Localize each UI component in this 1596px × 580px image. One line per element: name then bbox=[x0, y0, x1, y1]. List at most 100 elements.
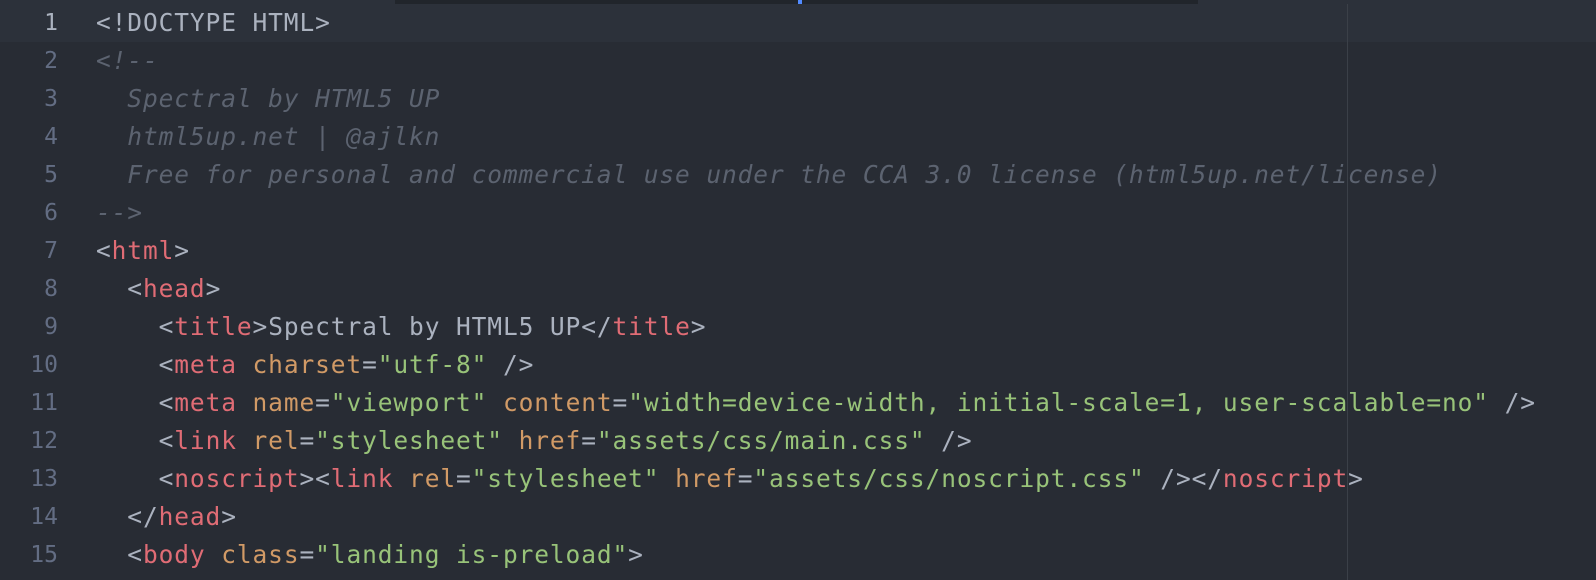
token-str: "width=device-width, initial-scale=1, us… bbox=[628, 388, 1489, 417]
token-attr: href bbox=[675, 464, 738, 493]
line-code: <link rel="stylesheet" href="assets/css/… bbox=[96, 422, 972, 460]
line-number: 5 bbox=[44, 162, 58, 188]
token-punct: < bbox=[96, 350, 175, 379]
line-number: 15 bbox=[30, 542, 58, 568]
token-punct: < bbox=[96, 312, 175, 341]
token-tag: noscript bbox=[1222, 464, 1349, 493]
line-code: <meta name="viewport" content="width=dev… bbox=[96, 384, 1536, 422]
token-punct: > bbox=[628, 540, 644, 569]
token-punct: = bbox=[299, 426, 316, 455]
token-plain: Spectral by HTML5 UP bbox=[268, 312, 582, 341]
code-line[interactable]: 4 html5up.net | @ajlkn bbox=[0, 118, 1596, 156]
token-attr: content bbox=[502, 388, 613, 417]
token-punct: > bbox=[252, 312, 269, 341]
line-number: 10 bbox=[30, 352, 58, 378]
token-punct: = bbox=[581, 426, 597, 455]
token-punct: > bbox=[1348, 464, 1364, 493]
line-code: Free for personal and commercial use und… bbox=[96, 156, 1442, 194]
line-number: 14 bbox=[30, 504, 58, 530]
line-number: 1 bbox=[44, 10, 58, 36]
token-tag: title bbox=[174, 312, 253, 341]
token-punct: = bbox=[612, 388, 629, 417]
line-code: <body class="landing is-preload"> bbox=[96, 536, 644, 574]
line-number: 4 bbox=[44, 124, 58, 150]
code-line[interactable]: 10 <meta charset="utf-8" /> bbox=[0, 346, 1596, 384]
token-str: "stylesheet" bbox=[315, 426, 503, 455]
token-comment: Free for personal and commercial use und… bbox=[96, 160, 1442, 189]
token-attr: charset bbox=[252, 350, 363, 379]
token-str: "utf-8" bbox=[377, 350, 488, 379]
token-tag: meta bbox=[174, 388, 237, 417]
code-line[interactable]: 9 <title>Spectral by HTML5 UP</title> bbox=[0, 308, 1596, 346]
token-attr: href bbox=[518, 426, 582, 455]
token-punct: < bbox=[96, 274, 143, 303]
code-line[interactable]: 11 <meta name="viewport" content="width=… bbox=[0, 384, 1596, 422]
token-str: "assets/css/noscript.css" bbox=[753, 464, 1145, 493]
token-tag: link bbox=[174, 426, 237, 455]
line-number: 8 bbox=[44, 276, 58, 302]
token-tag: noscript bbox=[174, 464, 300, 493]
line-number: 11 bbox=[30, 390, 58, 416]
code-line[interactable]: 13 <noscript><link rel="stylesheet" href… bbox=[0, 460, 1596, 498]
line-code: <meta charset="utf-8" /> bbox=[96, 346, 534, 384]
code-line[interactable]: 8 <head> bbox=[0, 270, 1596, 308]
code-line[interactable]: 14 </head> bbox=[0, 498, 1596, 536]
token-comment: html5up.net | @ajlkn bbox=[96, 122, 441, 151]
token-plain: <!DOCTYPE HTML> bbox=[96, 8, 331, 37]
token-str: "assets/css/main.css" bbox=[596, 426, 926, 455]
token-tag: html bbox=[111, 236, 175, 265]
token-comment: <!-- bbox=[96, 46, 159, 75]
token-str: "landing is-preload" bbox=[315, 540, 629, 569]
code-editor[interactable]: 1 <!DOCTYPE HTML> 2 <!-- 3 Spectral by HTML5… bbox=[0, 4, 1596, 580]
line-code: <head> bbox=[96, 270, 221, 308]
token-attr: rel bbox=[252, 426, 300, 455]
code-line[interactable]: 6 --> bbox=[0, 194, 1596, 232]
token-tag: link bbox=[330, 464, 394, 493]
token-punct: /> bbox=[925, 426, 973, 455]
code-line[interactable]: 12 <link rel="stylesheet" href="assets/c… bbox=[0, 422, 1596, 460]
line-code: <title>Spectral by HTML5 UP</title> bbox=[96, 308, 706, 346]
token-punct: /> bbox=[487, 350, 535, 379]
token-punct: = bbox=[299, 540, 316, 569]
token-punct: > bbox=[205, 274, 222, 303]
token-punct: </ bbox=[581, 312, 613, 341]
token-punct: < bbox=[96, 540, 143, 569]
token-tag: title bbox=[612, 312, 691, 341]
line-code: <noscript><link rel="stylesheet" href="a… bbox=[96, 460, 1364, 498]
code-line[interactable]: 5 Free for personal and commercial use u… bbox=[0, 156, 1596, 194]
token-punct: /></ bbox=[1144, 464, 1223, 493]
code-line[interactable]: 1 <!DOCTYPE HTML> bbox=[0, 4, 1596, 42]
token-tag: meta bbox=[174, 350, 237, 379]
token-punct: > bbox=[221, 502, 237, 531]
line-code: Spectral by HTML5 UP bbox=[96, 80, 440, 118]
token-punct: > bbox=[690, 312, 707, 341]
token-punct: > bbox=[174, 236, 190, 265]
line-code: <!DOCTYPE HTML> bbox=[96, 4, 331, 42]
code-line[interactable]: 3 Spectral by HTML5 UP bbox=[0, 80, 1596, 118]
line-number: 6 bbox=[44, 200, 58, 226]
line-number: 7 bbox=[44, 238, 58, 264]
code-line[interactable]: 15 <body class="landing is-preload"> bbox=[0, 536, 1596, 574]
code-line[interactable]: 7 <html> bbox=[0, 232, 1596, 270]
token-str: "viewport" bbox=[330, 388, 488, 417]
line-code: </head> bbox=[96, 498, 237, 536]
token-punct: >< bbox=[299, 464, 331, 493]
line-code: --> bbox=[96, 194, 143, 232]
line-code: <!-- bbox=[96, 42, 159, 80]
line-code: html5up.net | @ajlkn bbox=[96, 118, 440, 156]
line-number: 9 bbox=[44, 314, 58, 340]
token-punct: < bbox=[96, 426, 175, 455]
token-punct: = bbox=[456, 464, 472, 493]
line-number: 3 bbox=[44, 86, 58, 112]
token-tag: body bbox=[142, 540, 206, 569]
line-number: 2 bbox=[44, 48, 58, 74]
code-line[interactable]: 2 <!-- bbox=[0, 42, 1596, 80]
token-str: "stylesheet" bbox=[471, 464, 660, 493]
token-punct: < bbox=[96, 388, 175, 417]
